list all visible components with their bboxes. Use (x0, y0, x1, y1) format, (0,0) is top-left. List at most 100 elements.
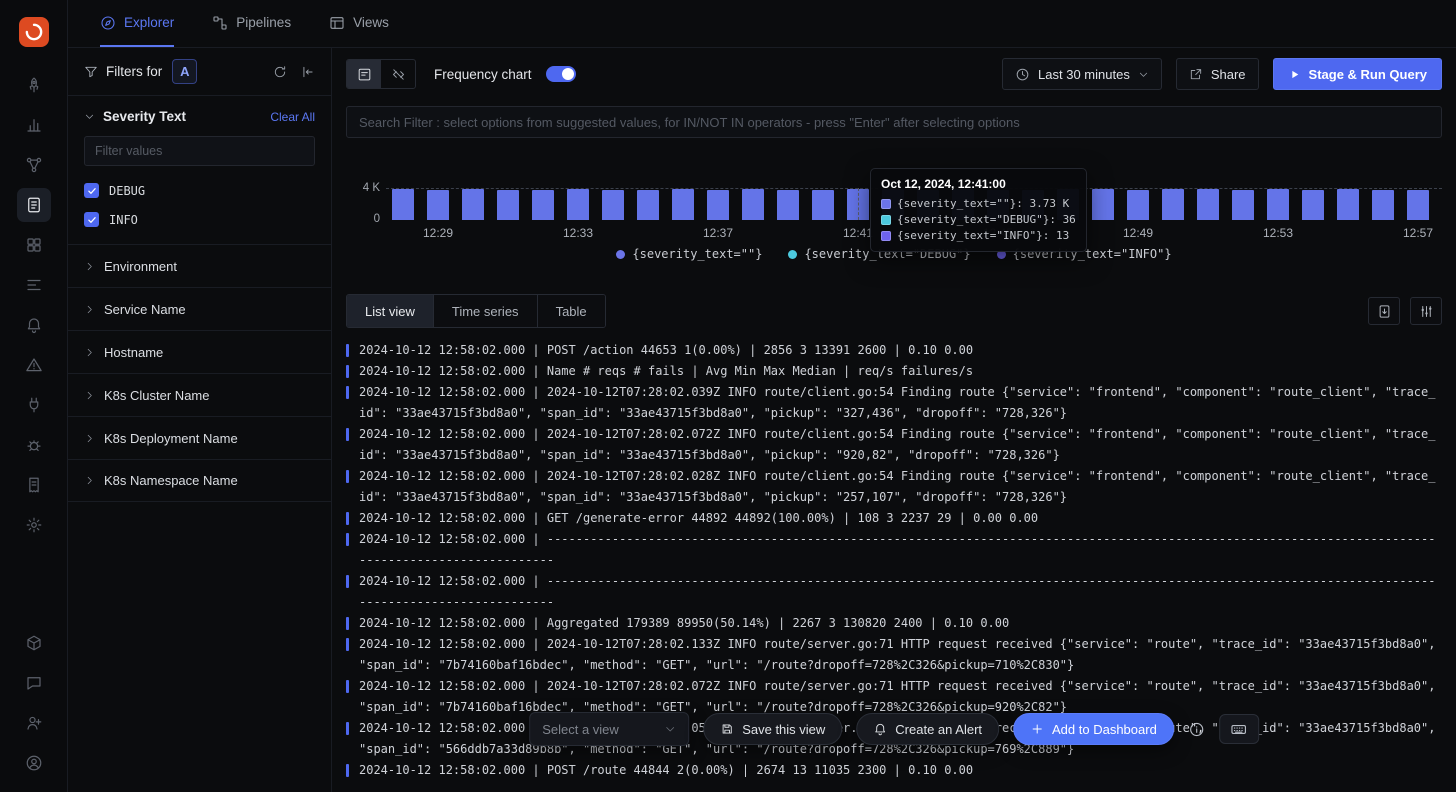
log-row[interactable]: 2024-10-12 12:58:02.000 | 2024-10-12T07:… (346, 634, 1442, 676)
log-row[interactable]: 2024-10-12 12:58:02.000 | POST /route 44… (346, 760, 1442, 781)
query-badge[interactable]: A (172, 59, 197, 84)
chart-bar[interactable] (1302, 190, 1324, 220)
clear-all-link[interactable]: Clear All (270, 110, 315, 124)
x-axis-tick: 12:37 (696, 226, 740, 240)
rail-item-support-icon[interactable] (17, 626, 51, 660)
rail-item-integrations-icon[interactable] (17, 388, 51, 422)
rail-item-services-icon[interactable] (17, 148, 51, 182)
info-icon[interactable] (1188, 721, 1205, 738)
chart-bar[interactable] (392, 189, 414, 220)
log-text: 2024-10-12 12:58:02.000 | POST /route 44… (359, 760, 1442, 781)
integrations-icon (25, 396, 43, 414)
rail-item-logs-icon[interactable] (17, 188, 51, 222)
nav-tab-explorer[interactable]: Explorer (100, 0, 174, 47)
search-filter-input[interactable] (346, 106, 1442, 138)
share-button[interactable]: Share (1176, 58, 1259, 90)
filter-section-service-name[interactable]: Service Name (68, 287, 331, 330)
log-row[interactable]: 2024-10-12 12:58:02.000 | GET /generate-… (346, 508, 1442, 529)
add-to-dashboard-button[interactable]: Add to Dashboard (1013, 713, 1174, 745)
chart-bar[interactable] (462, 189, 484, 220)
chevron-down-icon[interactable] (84, 111, 95, 122)
chart-bar[interactable] (1232, 190, 1254, 220)
time-range-select[interactable]: Last 30 minutes (1002, 58, 1162, 90)
format-options-button[interactable] (1410, 297, 1442, 325)
view-actions-bar: Select a view Save this view Create an A… (529, 712, 1259, 746)
filter-values-input[interactable] (84, 136, 315, 166)
collapse-panel-icon[interactable] (301, 65, 315, 79)
chart-bar[interactable] (812, 190, 834, 220)
chart-bar[interactable] (777, 190, 799, 220)
nav-tab-views[interactable]: Views (329, 0, 389, 47)
rail-item-account-icon[interactable] (17, 746, 51, 780)
filter-section-hostname[interactable]: Hostname (68, 330, 331, 373)
checkbox-checked[interactable] (84, 183, 99, 198)
log-row[interactable]: 2024-10-12 12:58:02.000 | 2024-10-12T07:… (346, 382, 1442, 424)
create-alert-button[interactable]: Create an Alert (856, 713, 999, 745)
frequency-chart-toggle[interactable] (546, 66, 576, 82)
rail-item-alerts-icon[interactable] (17, 308, 51, 342)
rail-item-billing-icon[interactable] (17, 468, 51, 502)
chart-bar[interactable] (672, 189, 694, 220)
export-button[interactable] (1368, 297, 1400, 325)
rail-item-dashboards-icon[interactable] (17, 228, 51, 262)
view-tab-time-series[interactable]: Time series (434, 295, 538, 327)
rail-item-settings-icon[interactable] (17, 508, 51, 542)
signoz-logo[interactable] (19, 17, 49, 47)
chevron-right-icon (84, 433, 95, 444)
save-view-button[interactable]: Save this view (703, 713, 842, 745)
rail-item-rocket-icon[interactable] (17, 68, 51, 102)
filter-section-k8s-namespace-name[interactable]: K8s Namespace Name (68, 459, 331, 502)
log-row[interactable]: 2024-10-12 12:58:02.000 | --------------… (346, 571, 1442, 613)
log-row[interactable]: 2024-10-12 12:58:02.000 | 2024-10-12T07:… (346, 466, 1442, 508)
chart-bar[interactable] (567, 189, 589, 220)
rail-item-bar-chart-icon[interactable] (17, 108, 51, 142)
rail-item-bug-icon[interactable] (17, 428, 51, 462)
left-rail (0, 0, 68, 792)
raw-query-toggle[interactable] (381, 60, 415, 88)
view-tab-table[interactable]: Table (538, 295, 605, 327)
log-text: 2024-10-12 12:58:02.000 | POST /action 4… (359, 340, 1442, 361)
log-row[interactable]: 2024-10-12 12:58:02.000 | Name # reqs # … (346, 361, 1442, 382)
chart-bar[interactable] (1337, 189, 1359, 220)
refresh-icon[interactable] (273, 65, 287, 79)
chart-bar[interactable] (637, 190, 659, 220)
x-axis-tick: 12:49 (1116, 226, 1160, 240)
view-tab-list-view[interactable]: List view (347, 295, 434, 327)
log-text: 2024-10-12 12:58:02.000 | 2024-10-12T07:… (359, 466, 1442, 508)
log-row[interactable]: 2024-10-12 12:58:02.000 | --------------… (346, 529, 1442, 571)
settings-icon (25, 516, 43, 534)
chart-bar[interactable] (1127, 190, 1149, 220)
chart-bar[interactable] (1092, 189, 1114, 220)
log-row[interactable]: 2024-10-12 12:58:02.000 | Aggregated 179… (346, 613, 1442, 634)
filter-section-k8s-cluster-name[interactable]: K8s Cluster Name (68, 373, 331, 416)
rail-item-chat-icon[interactable] (17, 666, 51, 700)
filter-section-environment[interactable]: Environment (68, 244, 331, 287)
log-row[interactable]: 2024-10-12 12:58:02.000 | 2024-10-12T07:… (346, 424, 1442, 466)
chart-bar[interactable] (427, 190, 449, 220)
chart-bar[interactable] (742, 189, 764, 220)
x-axis-tick: 12:33 (556, 226, 600, 240)
chart-bar[interactable] (1267, 189, 1289, 220)
select-view-dropdown[interactable]: Select a view (529, 712, 689, 746)
stage-run-query-button[interactable]: Stage & Run Query (1273, 58, 1442, 90)
severity-option-info[interactable]: INFO (84, 205, 315, 234)
severity-option-debug[interactable]: DEBUG (84, 176, 315, 205)
chart-bar[interactable] (532, 190, 554, 220)
nav-tab-pipelines[interactable]: Pipelines (212, 0, 291, 47)
chart-bar[interactable] (1372, 190, 1394, 220)
checkbox-checked[interactable] (84, 212, 99, 227)
chart-bar[interactable] (1162, 189, 1184, 220)
log-row[interactable]: 2024-10-12 12:58:02.000 | POST /action 4… (346, 340, 1442, 361)
chart-bar[interactable] (707, 190, 729, 220)
rail-item-exceptions-icon[interactable] (17, 348, 51, 382)
chart-bar[interactable] (1197, 189, 1219, 220)
chart-bar[interactable] (602, 190, 624, 220)
chart-bar[interactable] (1407, 190, 1429, 220)
filter-section-k8s-deployment-name[interactable]: K8s Deployment Name (68, 416, 331, 459)
shortcuts-button[interactable] (1219, 714, 1259, 744)
rail-item-invite-user-icon[interactable] (17, 706, 51, 740)
chart-bar[interactable] (497, 190, 519, 220)
rail-item-pipelines-icon[interactable] (17, 268, 51, 302)
legend-item[interactable]: {severity_text=""} (616, 247, 762, 261)
query-builder-toggle[interactable] (347, 60, 381, 88)
